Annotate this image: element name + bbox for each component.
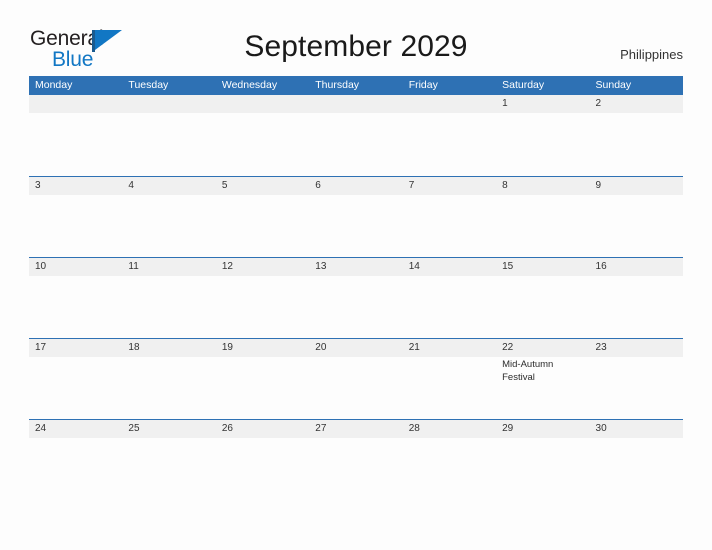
day-cell-empty xyxy=(29,357,122,419)
day-cell-empty xyxy=(309,357,402,419)
day-cell-empty xyxy=(309,438,402,500)
day-number-empty xyxy=(122,95,215,113)
calendar-weeks: 1 2 3 4 5 6 7 8 9 10 11 12 13 14 15 16 17 18 19 20 21 22 23 Mid… xyxy=(29,95,683,500)
weekday-header-thursday: Thursday xyxy=(315,79,360,91)
day-cell-empty xyxy=(403,195,496,257)
country-label: Philippines xyxy=(620,47,683,62)
day-number[interactable]: 27 xyxy=(309,420,402,438)
holiday-label: Mid-Autumn Festival xyxy=(502,359,554,383)
calendar-week-row: 24 25 26 27 28 29 30 xyxy=(29,419,683,500)
day-cell-empty xyxy=(122,438,215,500)
day-cell-empty xyxy=(29,113,122,175)
day-cell-empty xyxy=(590,113,683,175)
week-event-band xyxy=(29,195,683,257)
day-number[interactable]: 13 xyxy=(309,258,402,276)
day-number[interactable]: 5 xyxy=(216,177,309,195)
day-cell-empty xyxy=(122,195,215,257)
day-cell-empty xyxy=(29,195,122,257)
day-number[interactable]: 23 xyxy=(590,339,683,357)
weekday-header-wednesday: Wednesday xyxy=(221,79,278,91)
day-number[interactable]: 2 xyxy=(590,95,683,113)
day-cell-empty xyxy=(309,113,402,175)
day-cell-empty xyxy=(403,357,496,419)
day-cell-empty xyxy=(216,195,309,257)
day-number[interactable]: 26 xyxy=(216,420,309,438)
day-cell-empty xyxy=(496,195,589,257)
week-event-band xyxy=(29,438,683,500)
calendar-week-row: 12 xyxy=(29,95,683,176)
day-cell-empty xyxy=(496,438,589,500)
day-cell-empty xyxy=(403,438,496,500)
day-number-empty xyxy=(29,95,122,113)
day-cell-empty xyxy=(496,113,589,175)
day-cell-empty xyxy=(403,276,496,338)
week-event-band: Mid-Autumn Festival xyxy=(29,357,683,419)
day-number[interactable]: 22 xyxy=(496,339,589,357)
day-number-empty xyxy=(309,95,402,113)
day-number[interactable]: 24 xyxy=(29,420,122,438)
day-number[interactable]: 14 xyxy=(403,258,496,276)
day-cell-empty xyxy=(216,357,309,419)
day-number[interactable]: 19 xyxy=(216,339,309,357)
weekday-header-friday: Friday xyxy=(408,79,438,91)
day-number[interactable]: 9 xyxy=(590,177,683,195)
weekday-header-row: Monday Tuesday Wednesday Thursday Friday… xyxy=(29,76,683,95)
day-number[interactable]: 29 xyxy=(496,420,589,438)
day-cell-empty xyxy=(590,195,683,257)
day-number[interactable]: 21 xyxy=(403,339,496,357)
weekday-header-sunday: Sunday xyxy=(595,79,632,91)
weekday-header-monday: Monday xyxy=(35,79,73,91)
day-number-empty xyxy=(403,95,496,113)
day-number[interactable]: 25 xyxy=(122,420,215,438)
week-date-band: 17 18 19 20 21 22 23 xyxy=(29,339,683,357)
day-cell-empty xyxy=(29,276,122,338)
calendar-week-row: 10 11 12 13 14 15 16 xyxy=(29,257,683,338)
day-number[interactable]: 12 xyxy=(216,258,309,276)
day-cell-empty xyxy=(590,276,683,338)
week-date-band: 12 xyxy=(29,95,683,113)
calendar-week-row: 3456789 xyxy=(29,176,683,257)
day-cell-empty xyxy=(216,276,309,338)
day-cell-empty xyxy=(309,276,402,338)
day-number[interactable]: 3 xyxy=(29,177,122,195)
day-cell-empty xyxy=(496,276,589,338)
week-date-band: 3456789 xyxy=(29,177,683,195)
day-number[interactable]: 8 xyxy=(496,177,589,195)
day-number[interactable]: 18 xyxy=(122,339,215,357)
calendar-week-row: 17 18 19 20 21 22 23 Mid-Autumn Festival xyxy=(29,338,683,419)
day-number[interactable]: 20 xyxy=(309,339,402,357)
day-cell-empty xyxy=(590,438,683,500)
day-number[interactable]: 28 xyxy=(403,420,496,438)
week-event-band xyxy=(29,276,683,338)
day-cell-empty xyxy=(309,195,402,257)
day-number[interactable]: 16 xyxy=(590,258,683,276)
weekday-header-saturday: Saturday xyxy=(502,79,545,91)
day-cell-empty xyxy=(29,438,122,500)
day-number[interactable]: 30 xyxy=(590,420,683,438)
day-number[interactable]: 11 xyxy=(122,258,215,276)
day-cell-empty xyxy=(590,357,683,419)
day-number[interactable]: 10 xyxy=(29,258,122,276)
day-number[interactable]: 15 xyxy=(496,258,589,276)
day-cell-empty xyxy=(216,438,309,500)
weekday-header-tuesday: Tuesday xyxy=(128,79,169,91)
week-date-band: 10 11 12 13 14 15 16 xyxy=(29,258,683,276)
day-cell-empty xyxy=(122,113,215,175)
day-cell-empty xyxy=(403,113,496,175)
calendar-grid: Monday Tuesday Wednesday Thursday Friday… xyxy=(29,76,683,500)
week-event-band xyxy=(29,113,683,175)
day-number[interactable]: 7 xyxy=(403,177,496,195)
day-number[interactable]: 17 xyxy=(29,339,122,357)
week-date-band: 24 25 26 27 28 29 30 xyxy=(29,420,683,438)
day-number-empty xyxy=(216,95,309,113)
page-title: September 2029 xyxy=(244,30,468,63)
day-number[interactable]: 1 xyxy=(496,95,589,113)
day-cell-empty xyxy=(122,276,215,338)
day-number[interactable]: 6 xyxy=(309,177,402,195)
day-events[interactable]: Mid-Autumn Festival xyxy=(496,357,589,419)
day-cell-empty xyxy=(122,357,215,419)
day-number[interactable]: 4 xyxy=(122,177,215,195)
page-header: General Blue September 2029 Philippines xyxy=(0,0,712,76)
day-cell-empty xyxy=(216,113,309,175)
